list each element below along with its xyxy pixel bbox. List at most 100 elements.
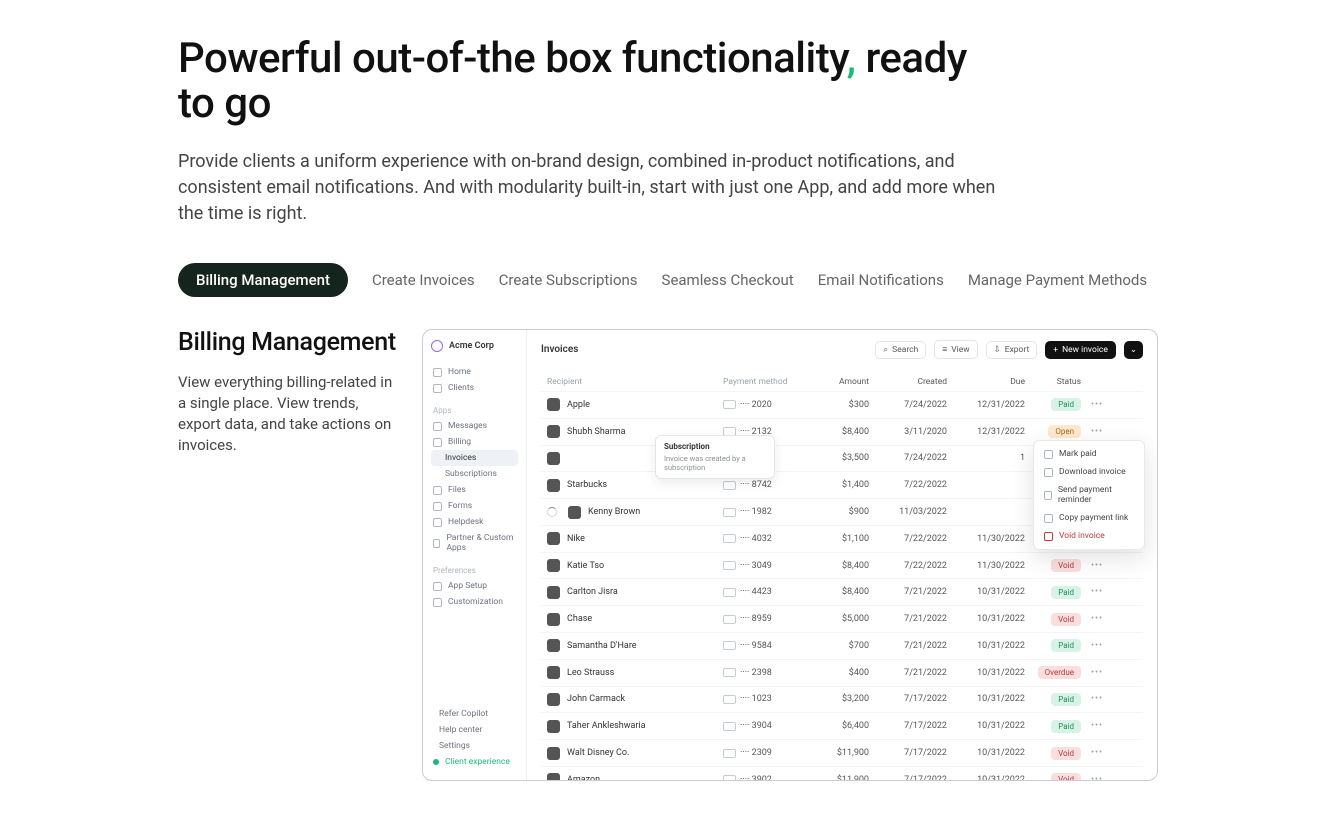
table-row[interactable]: Leo Strauss···· 2398$4007/21/202210/31/2… <box>541 659 1143 686</box>
cell-a: $1,400 <box>809 480 869 490</box>
sidebar-item-customization[interactable]: Customization <box>431 594 518 610</box>
search-button[interactable]: ⌕Search <box>875 341 926 359</box>
row-more-button[interactable]: ••• <box>1087 561 1107 571</box>
tab-seamless-checkout[interactable]: Seamless Checkout <box>662 271 794 289</box>
status-badge: Paid <box>1051 586 1081 599</box>
cell-d: 11/30/2022 <box>953 534 1025 544</box>
recipient-name: Leo Strauss <box>567 668 614 678</box>
cell-d: 10/31/2022 <box>953 668 1025 678</box>
avatar <box>547 452 560 465</box>
sidebar-refer[interactable]: Refer Copilot <box>431 706 518 722</box>
table-row[interactable]: Taher Ankleshwaria···· 3904$6,4007/17/20… <box>541 712 1143 739</box>
recipient-name: John Carmack <box>567 694 625 704</box>
sidebar-item-messages[interactable]: Messages <box>431 418 518 434</box>
sidebar-item-billing[interactable]: Billing <box>431 434 518 450</box>
table-row[interactable]: Carlton Jisra···· 4423$8,4007/21/202210/… <box>541 578 1143 605</box>
status-badge: Void <box>1051 559 1081 572</box>
table-row[interactable]: Apple···· 2020$3007/24/202212/31/2022Pai… <box>541 391 1143 418</box>
sidebar-item-files[interactable]: Files <box>431 482 518 498</box>
recipient-name: Nike <box>567 534 585 544</box>
company-switcher[interactable]: Acme Corp <box>431 340 518 352</box>
tab-create-invoices[interactable]: Create Invoices <box>372 271 475 289</box>
recipient-name: Samantha D'Hare <box>567 641 637 651</box>
table-row[interactable]: Amazon···· 3902$11,9007/17/202210/31/202… <box>541 766 1143 781</box>
tab-email-notifications[interactable]: Email Notifications <box>818 271 944 289</box>
sidebar-item-clients[interactable]: Clients <box>431 380 518 396</box>
recipient-name: Apple <box>567 400 590 410</box>
sidebar-item-subscriptions[interactable]: Subscriptions <box>431 466 518 482</box>
sidebar-item-forms[interactable]: Forms <box>431 498 518 514</box>
sidebar: Acme Corp Home Clients Apps Messages Bil… <box>423 330 527 780</box>
new-invoice-button[interactable]: +New invoice <box>1045 341 1116 359</box>
recipient-name: Starbucks <box>567 480 607 490</box>
tab-billing-management[interactable]: Billing Management <box>178 263 348 297</box>
table-row[interactable]: Walt Disney Co.···· 2309$11,9007/17/2022… <box>541 739 1143 766</box>
cell-d: 11/30/2022 <box>953 561 1025 571</box>
col-due: Due <box>953 377 1025 387</box>
row-more-button[interactable]: ••• <box>1087 427 1107 437</box>
chevron-down-icon: ⌄ <box>1130 345 1137 355</box>
col-recipient: Recipient <box>547 377 717 387</box>
view-title: Invoices <box>541 344 578 355</box>
payment-last4: ···· 2398 <box>740 668 772 678</box>
sidebar-item-invoices[interactable]: Invoices <box>431 450 518 466</box>
payment-last4: ···· 1982 <box>740 507 772 517</box>
row-more-button[interactable]: ••• <box>1087 748 1107 758</box>
menu-void-invoice[interactable]: Void invoice <box>1034 527 1144 545</box>
page-subtitle: Provide clients a uniform experience wit… <box>178 149 998 227</box>
row-more-button[interactable]: ••• <box>1087 668 1107 678</box>
sidebar-item-partner-apps[interactable]: Partner & Custom Apps <box>431 530 518 556</box>
tab-manage-payment-methods[interactable]: Manage Payment Methods <box>968 271 1147 289</box>
view-button[interactable]: ≡View <box>934 340 977 359</box>
card-icon <box>723 400 736 409</box>
sidebar-client-experience[interactable]: Client experience <box>431 754 518 770</box>
menu-copy-link[interactable]: Copy payment link <box>1034 509 1144 527</box>
avatar <box>547 613 560 626</box>
avatar <box>547 639 560 652</box>
table-row[interactable]: Chase···· 8959$5,0007/21/202210/31/2022V… <box>541 605 1143 632</box>
status-badge: Void <box>1051 613 1081 626</box>
menu-send-reminder[interactable]: Send payment reminder <box>1034 481 1144 509</box>
sidebar-item-helpdesk[interactable]: Helpdesk <box>431 514 518 530</box>
table-row[interactable]: John Carmack···· 1023$3,2007/17/202210/3… <box>541 686 1143 713</box>
cell-a: $5,000 <box>809 614 869 624</box>
cell-a: $3,500 <box>809 453 869 463</box>
messages-icon <box>433 422 442 431</box>
status-dot-icon <box>433 759 439 765</box>
sidebar-item-app-setup[interactable]: App Setup <box>431 578 518 594</box>
cell-a: $8,400 <box>809 427 869 437</box>
row-more-button[interactable]: ••• <box>1087 587 1107 597</box>
search-icon: ⌕ <box>883 345 888 355</box>
panel-heading: Billing Management <box>178 329 396 358</box>
cell-d: 10/31/2022 <box>953 641 1025 651</box>
payment-last4: ···· 3904 <box>740 721 772 731</box>
avatar <box>547 747 560 760</box>
menu-mark-paid[interactable]: Mark paid <box>1034 445 1144 463</box>
card-icon <box>723 775 736 781</box>
bank-icon <box>723 695 736 704</box>
setup-icon <box>433 582 442 591</box>
new-invoice-dropdown-button[interactable]: ⌄ <box>1124 341 1143 359</box>
row-more-button[interactable]: ••• <box>1087 721 1107 731</box>
export-button[interactable]: ⇩Export <box>986 341 1038 359</box>
status-badge: Paid <box>1051 693 1081 706</box>
cell-d: 12/31/2022 <box>953 427 1025 437</box>
apps-icon <box>433 539 440 548</box>
status-badge: Open <box>1048 425 1081 438</box>
table-row[interactable]: Samantha D'Hare···· 9584$7007/21/202210/… <box>541 632 1143 659</box>
menu-download-invoice[interactable]: Download invoice <box>1034 463 1144 481</box>
sidebar-settings[interactable]: Settings <box>431 738 518 754</box>
table-row[interactable]: Katie Tso···· 3049$8,4007/22/202211/30/2… <box>541 552 1143 579</box>
cell-a: $700 <box>809 641 869 651</box>
sidebar-help-center[interactable]: Help center <box>431 722 518 738</box>
cell-a: $400 <box>809 668 869 678</box>
check-icon <box>1044 450 1053 459</box>
avatar <box>547 532 560 545</box>
row-more-button[interactable]: ••• <box>1087 400 1107 410</box>
row-more-button[interactable]: ••• <box>1087 694 1107 704</box>
sidebar-item-home[interactable]: Home <box>431 364 518 380</box>
row-more-button[interactable]: ••• <box>1087 614 1107 624</box>
tab-create-subscriptions[interactable]: Create Subscriptions <box>499 271 638 289</box>
cell-d: 1 <box>953 453 1025 463</box>
row-more-button[interactable]: ••• <box>1087 641 1107 651</box>
